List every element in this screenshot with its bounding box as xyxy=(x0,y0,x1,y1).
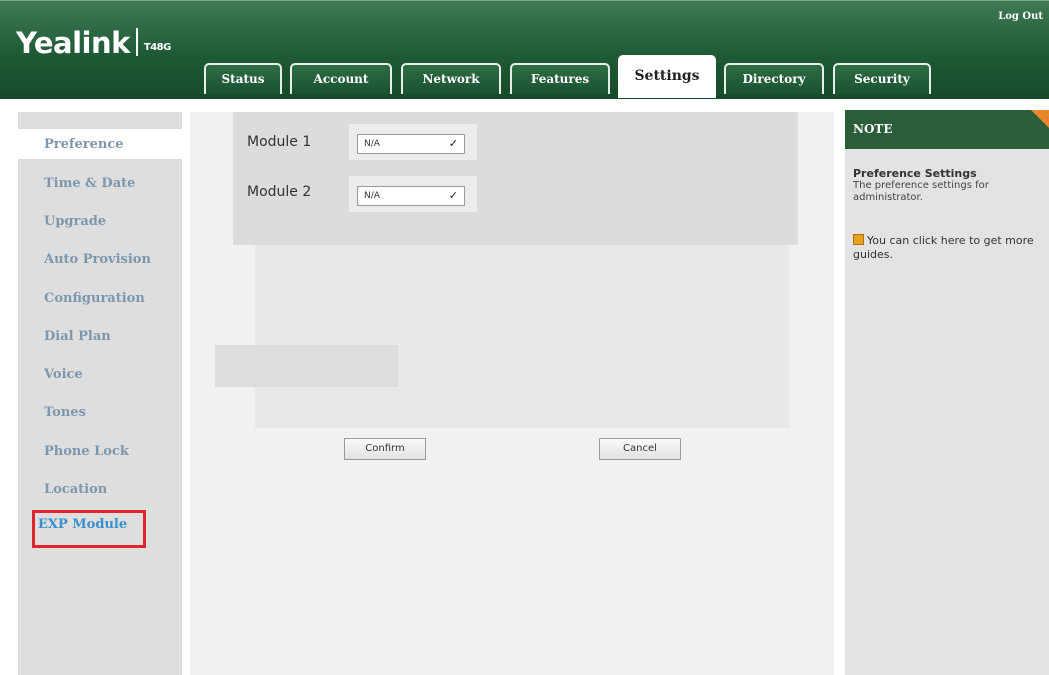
sidebar-item-tones[interactable]: Tones xyxy=(44,405,86,420)
chevron-down-icon: ✓ xyxy=(448,189,458,202)
sidebar-item-voice[interactable]: Voice xyxy=(44,367,83,382)
sidebar-item-auto-provision[interactable]: Auto Provision xyxy=(44,252,151,267)
note-text: The preference settings for administrato… xyxy=(853,180,989,203)
tab-account[interactable]: Account xyxy=(290,63,392,94)
module1-select-wrap: N/A ✓ xyxy=(349,124,477,160)
module2-label: Module 2 xyxy=(247,184,312,200)
module-settings-panel xyxy=(233,112,798,245)
module2-value: N/A xyxy=(364,191,380,201)
sidebar-item-time-date[interactable]: Time & Date xyxy=(44,176,135,191)
module2-select[interactable]: N/A ✓ xyxy=(357,186,465,206)
module1-select[interactable]: N/A ✓ xyxy=(357,134,465,154)
module1-value: N/A xyxy=(364,139,380,149)
note-guide[interactable]: You can click here to get more guides. xyxy=(853,234,1045,262)
note-guide-text[interactable]: You can click here to get more guides. xyxy=(853,234,1034,261)
module1-label: Module 1 xyxy=(247,134,312,150)
tab-status[interactable]: Status xyxy=(204,63,282,94)
tab-features[interactable]: Features xyxy=(510,63,610,94)
note-corner-icon xyxy=(1031,110,1049,128)
content-strip xyxy=(215,345,398,387)
tab-directory[interactable]: Directory xyxy=(724,63,824,94)
tab-security[interactable]: Security xyxy=(833,63,931,94)
sidebar-item-preference[interactable]: Preference xyxy=(44,137,124,152)
note-heading: NOTE xyxy=(845,110,1049,149)
selection-highlight-box xyxy=(32,510,146,548)
settings-sidebar xyxy=(18,112,182,675)
module2-select-wrap: N/A ✓ xyxy=(349,176,477,212)
sidebar-item-upgrade[interactable]: Upgrade xyxy=(44,214,106,229)
main-tabs: Status Account Network Features Settings… xyxy=(0,0,1049,98)
tab-network[interactable]: Network xyxy=(401,63,501,94)
chevron-down-icon: ✓ xyxy=(448,137,458,150)
note-title: Preference Settings xyxy=(853,167,977,180)
sidebar-item-configuration[interactable]: Configuration xyxy=(44,291,145,306)
cancel-button[interactable]: Cancel xyxy=(599,438,681,460)
sidebar-item-phone-lock[interactable]: Phone Lock xyxy=(44,444,129,459)
book-icon xyxy=(853,234,864,245)
confirm-button[interactable]: Confirm xyxy=(344,438,426,460)
note-panel: NOTE Preference Settings The preference … xyxy=(845,110,1049,675)
sidebar-item-location[interactable]: Location xyxy=(44,482,107,497)
sidebar-item-dial-plan[interactable]: Dial Plan xyxy=(44,329,111,344)
content-inner-panel xyxy=(255,245,789,428)
tab-settings[interactable]: Settings xyxy=(618,55,716,98)
